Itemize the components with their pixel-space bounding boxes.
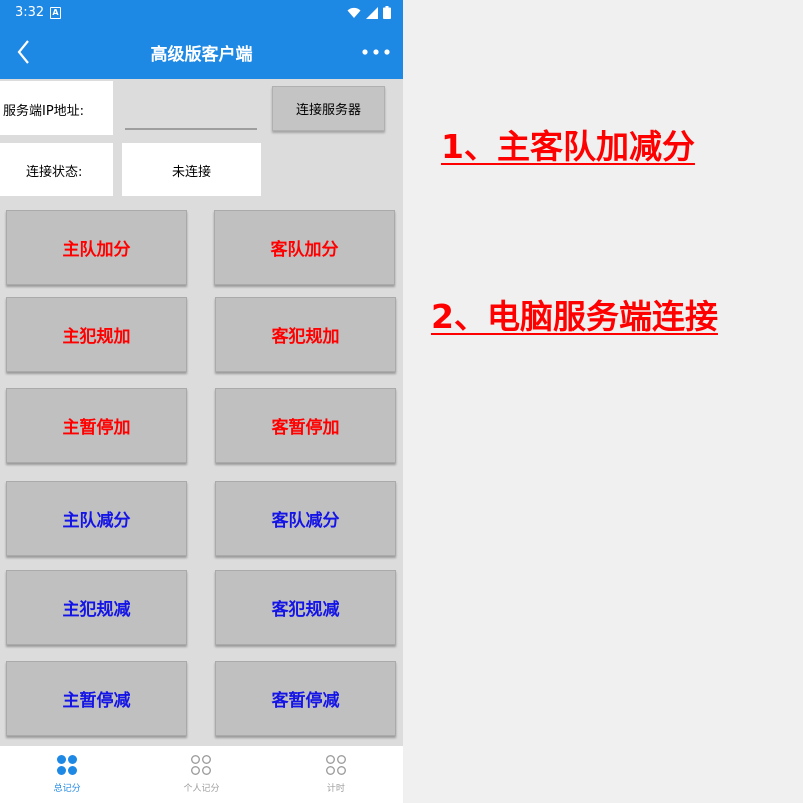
more-dots-icon (362, 49, 390, 55)
home-score-add-button[interactable]: 主队加分 (6, 210, 187, 285)
away-timeout-subtract-button[interactable]: 客暂停减 (215, 661, 396, 736)
connection-status-label: 连接状态: (26, 165, 83, 180)
status-time: 3:32 (15, 5, 45, 20)
four-dots-grid-icon (57, 755, 78, 775)
connection-status-value: 未连接 (171, 165, 211, 180)
ip-address-input[interactable] (125, 92, 257, 130)
away-foul-add-button[interactable]: 客犯规加 (215, 297, 396, 372)
home-foul-add-button[interactable]: 主犯规加 (6, 297, 187, 372)
home-score-subtract-button[interactable]: 主队减分 (6, 481, 187, 556)
away-score-add-button[interactable]: 客队加分 (214, 210, 395, 285)
status-icons (347, 6, 391, 19)
home-timeout-add-button[interactable]: 主暂停加 (6, 388, 187, 463)
away-timeout-add-button[interactable]: 客暂停加 (215, 388, 396, 463)
annotation-server-connect: 2、电脑服务端连接 (431, 297, 718, 336)
connect-server-button[interactable]: 连接服务器 (272, 86, 385, 131)
four-circles-grid-icon (191, 755, 212, 775)
four-circles-grid-icon (325, 755, 346, 775)
nav-label-timer: 计时 (326, 784, 345, 794)
nav-label-personal-score: 个人记分 (183, 784, 220, 794)
phone-screen: 3:32 A 高级版客户端 服务端IP地址: 连接服务器 连接状态: 未连接 主… (0, 0, 403, 803)
wifi-icon (347, 7, 361, 18)
battery-icon (383, 6, 391, 19)
app-title: 高级版客户端 (150, 45, 253, 65)
home-foul-subtract-button[interactable]: 主犯规减 (6, 570, 187, 645)
app-bar: 高级版客户端 (0, 26, 403, 79)
signal-icon (366, 6, 378, 19)
nav-item-timer[interactable]: 计时 (269, 746, 403, 803)
annotation-score-adjust: 1、主客队加减分 (441, 127, 695, 166)
home-timeout-subtract-button[interactable]: 主暂停减 (6, 661, 187, 736)
bottom-nav: 总记分 个人记分 计时 (0, 746, 403, 803)
status-bar: 3:32 A (0, 0, 403, 26)
nav-label-total-score: 总记分 (53, 784, 81, 794)
away-foul-subtract-button[interactable]: 客犯规减 (215, 570, 396, 645)
away-score-subtract-button[interactable]: 客队减分 (215, 481, 396, 556)
ip-label: 服务端IP地址: (3, 104, 85, 119)
a-notification-icon: A (50, 7, 61, 19)
nav-item-personal-score[interactable]: 个人记分 (134, 746, 268, 803)
nav-item-total-score[interactable]: 总记分 (0, 746, 134, 803)
more-options-button[interactable] (361, 44, 391, 60)
